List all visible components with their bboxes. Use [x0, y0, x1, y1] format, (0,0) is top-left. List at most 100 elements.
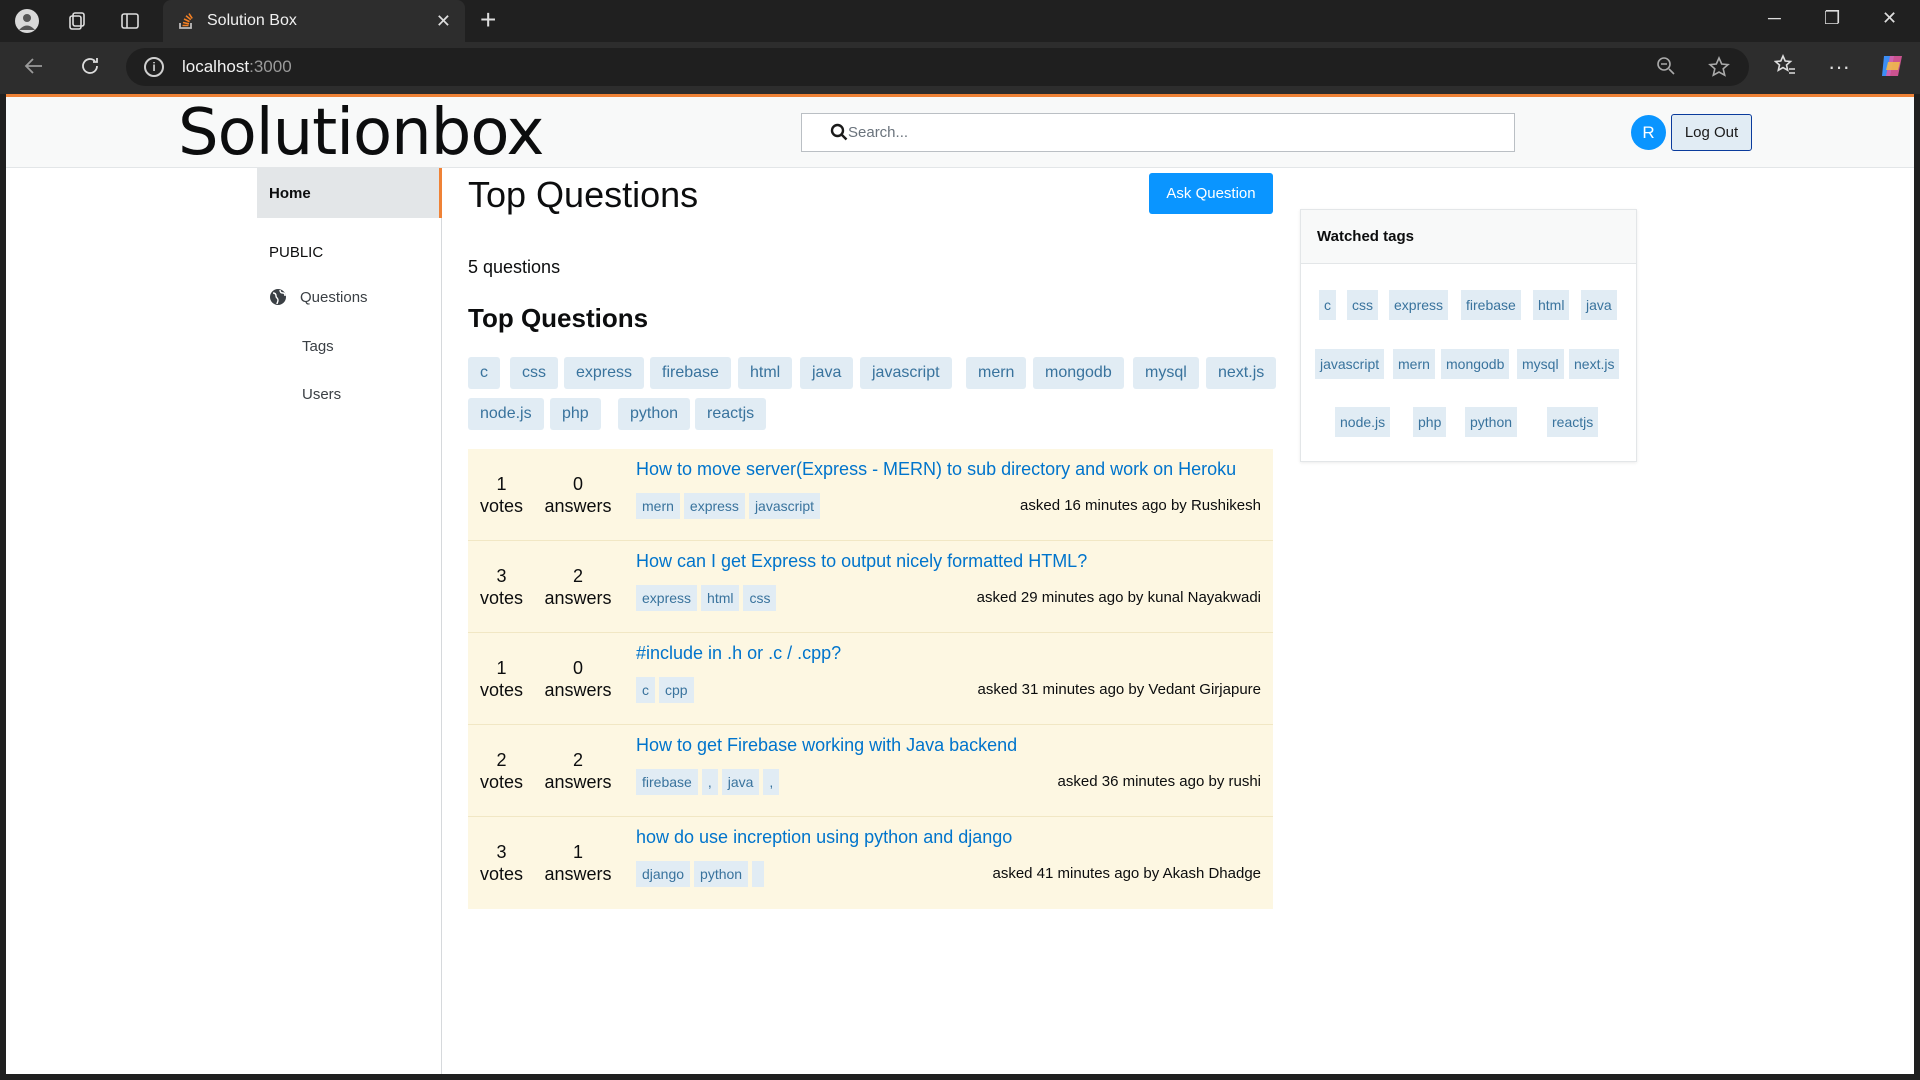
question-tags: c cpp: [636, 677, 698, 703]
watched-tag[interactable]: java: [1581, 290, 1617, 320]
watched-tag[interactable]: c: [1319, 290, 1336, 320]
watched-tag[interactable]: firebase: [1461, 290, 1521, 320]
tag-chip[interactable]: express: [564, 357, 645, 389]
restore-icon[interactable]: ❐: [1824, 8, 1840, 29]
question-tag[interactable]: ,: [701, 769, 718, 795]
zoom-icon[interactable]: [1656, 56, 1676, 82]
tag-chip[interactable]: css: [510, 357, 558, 389]
tag-chip[interactable]: html: [738, 357, 793, 389]
browser-tab[interactable]: Solution Box ✕: [163, 0, 465, 42]
new-tab-icon[interactable]: +: [480, 6, 496, 34]
watched-tag[interactable]: mern: [1393, 349, 1435, 379]
back-icon[interactable]: [22, 54, 46, 85]
question-tags: django python: [636, 861, 768, 887]
watched-tag[interactable]: node.js: [1335, 407, 1391, 437]
question-tag[interactable]: express: [683, 493, 745, 519]
ask-question-button[interactable]: Ask Question: [1149, 173, 1273, 214]
question-tag[interactable]: ,: [763, 769, 780, 795]
question-tags: mern express javascript: [636, 493, 824, 519]
answer-count: 0 answers: [544, 658, 612, 700]
tab-actions-icon[interactable]: [117, 8, 143, 34]
tag-chip[interactable]: next.js: [1206, 357, 1277, 389]
watched-tag[interactable]: express: [1389, 290, 1449, 320]
question-tag[interactable]: [752, 861, 765, 887]
question-title-link[interactable]: How to get Firebase working with Java ba…: [636, 735, 1017, 756]
watched-tag[interactable]: mongodb: [1441, 349, 1510, 379]
collections-icon[interactable]: [64, 8, 90, 34]
question-tag[interactable]: django: [636, 861, 691, 887]
watched-tag[interactable]: php: [1413, 407, 1447, 437]
question-tag[interactable]: express: [636, 585, 698, 611]
question-count: 5 questions: [468, 257, 561, 277]
logout-button[interactable]: Log Out: [1671, 114, 1752, 151]
sidebar-item-questions[interactable]: Questions: [269, 288, 368, 306]
question-tag[interactable]: java: [721, 769, 760, 795]
question-title-link[interactable]: #include in .h or .c / .cpp?: [636, 643, 841, 664]
question-tag[interactable]: mern: [636, 493, 680, 519]
close-tab-icon[interactable]: ✕: [436, 11, 451, 32]
close-window-icon[interactable]: ✕: [1882, 8, 1897, 29]
section-title: Top Questions: [468, 303, 649, 333]
question-meta: asked 36 minutes ago by rushi: [1057, 773, 1261, 790]
more-menu-icon[interactable]: ···: [1828, 54, 1850, 80]
url-host: localhost: [182, 57, 250, 76]
watched-tag[interactable]: html: [1533, 290, 1570, 320]
vote-count: 3 votes: [479, 566, 524, 608]
tag-chip[interactable]: mongodb: [1033, 357, 1124, 389]
watched-tags-panel: Watched tags c css express firebase html…: [1300, 209, 1637, 462]
tag-chip[interactable]: mern: [966, 357, 1027, 389]
watched-tag[interactable]: next.js: [1569, 349, 1620, 379]
favorites-icon[interactable]: [1773, 54, 1796, 82]
question-row: 2 votes 2 answers How to get Firebase work…: [468, 725, 1273, 817]
watched-tag[interactable]: reactjs: [1547, 407, 1599, 437]
minimize-icon[interactable]: ─: [1768, 8, 1781, 29]
url-port: :3000: [249, 57, 292, 76]
tag-chip[interactable]: javascript: [860, 357, 952, 389]
tag-chip[interactable]: mysql: [1133, 357, 1199, 389]
sidebar-item-tags[interactable]: Tags: [302, 338, 334, 355]
watched-tag[interactable]: css: [1347, 290, 1378, 320]
watched-tag[interactable]: mysql: [1517, 349, 1564, 379]
avatar[interactable]: R: [1631, 115, 1666, 150]
site-logo[interactable]: Solutionbox: [178, 99, 544, 167]
question-meta: asked 31 minutes ago by Vedant Girjapure: [977, 681, 1261, 698]
sidebar-item-users[interactable]: Users: [302, 386, 341, 403]
tag-chip[interactable]: firebase: [650, 357, 731, 389]
profile-icon[interactable]: [14, 8, 40, 34]
refresh-icon[interactable]: [78, 54, 102, 85]
question-title-link[interactable]: How to move server(Express - MERN) to su…: [636, 459, 1236, 480]
tag-chip[interactable]: java: [800, 357, 854, 389]
browser-titlebar: Solution Box ✕ + ─ ❐ ✕: [0, 0, 1920, 42]
question-tag[interactable]: c: [636, 677, 655, 703]
tag-chip[interactable]: c: [468, 357, 500, 389]
search-input[interactable]: [848, 124, 1448, 141]
tag-chip[interactable]: node.js: [468, 398, 544, 430]
tag-chip[interactable]: python: [618, 398, 691, 430]
favorite-star-icon[interactable]: [1708, 56, 1730, 84]
question-meta: asked 41 minutes ago by Akash Dhadge: [992, 865, 1261, 882]
question-tag[interactable]: firebase: [636, 769, 698, 795]
site-info-icon[interactable]: i: [144, 57, 164, 77]
page-title: Top Questions: [468, 174, 699, 215]
vote-count: 1 votes: [479, 474, 524, 516]
watched-tag[interactable]: javascript: [1315, 349, 1385, 379]
vote-count: 2 votes: [479, 750, 524, 792]
copilot-icon[interactable]: [1878, 52, 1906, 86]
watched-tag[interactable]: python: [1465, 407, 1518, 437]
sidebar-questions-label: Questions: [300, 288, 368, 306]
question-title-link[interactable]: How can I get Express to output nicely f…: [636, 551, 1087, 572]
question-tag[interactable]: python: [694, 861, 749, 887]
question-tag[interactable]: html: [701, 585, 740, 611]
tag-chip[interactable]: php: [550, 398, 601, 430]
address-bar[interactable]: i localhost:3000: [126, 48, 1749, 86]
web-page: Solutionbox R Log Out Home PUBLIC Questi…: [6, 94, 1914, 1074]
answer-count: 2 answers: [544, 566, 612, 608]
search-box[interactable]: [801, 113, 1515, 152]
question-tag[interactable]: javascript: [748, 493, 821, 519]
left-sidebar: Home PUBLIC Questions Tags Users: [6, 168, 442, 1074]
question-tag[interactable]: css: [743, 585, 777, 611]
question-title-link[interactable]: how do use increption using python and d…: [636, 827, 1012, 848]
question-tag[interactable]: cpp: [659, 677, 694, 703]
sidebar-item-home[interactable]: Home: [257, 168, 442, 218]
tag-chip[interactable]: reactjs: [695, 398, 767, 430]
